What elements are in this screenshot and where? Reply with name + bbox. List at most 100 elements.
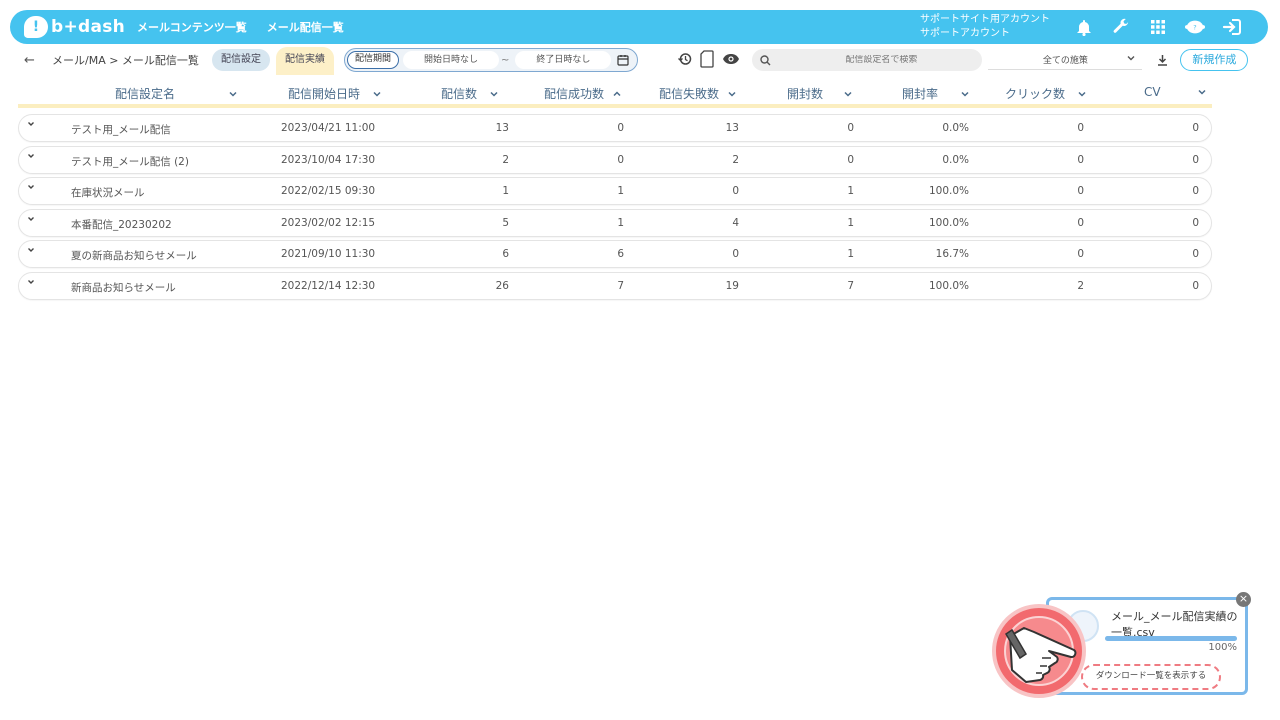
cell-start-date: 2022/12/14 12:30 bbox=[281, 279, 376, 292]
support-bot-icon[interactable]: ? bbox=[1185, 17, 1205, 37]
expand-chevron-icon[interactable] bbox=[27, 215, 35, 226]
cell-opened: 1 bbox=[847, 216, 854, 229]
table-row[interactable]: 新商品お知らせメール 2022/12/14 12:30 26 7 19 7 100.0% 2 0 bbox=[18, 271, 1212, 300]
tab-delivery-results[interactable]: 配信実績 bbox=[276, 47, 334, 75]
tab-delivery-settings[interactable]: 配信設定 bbox=[212, 49, 270, 71]
eye-icon[interactable] bbox=[722, 53, 740, 68]
cell-name[interactable]: 在庫状況メール bbox=[71, 185, 251, 200]
cell-failed: 4 bbox=[732, 216, 739, 229]
back-arrow-icon[interactable]: ← bbox=[24, 53, 42, 68]
cell-name[interactable]: テスト用_メール配信 bbox=[71, 122, 251, 137]
document-icon[interactable] bbox=[700, 49, 715, 71]
cell-sent: 1 bbox=[502, 185, 509, 197]
nav-mail-contents[interactable]: メールコンテンツ一覧 bbox=[137, 19, 247, 35]
cell-failed: 19 bbox=[725, 279, 739, 292]
col-sent-label: 配信数 bbox=[441, 87, 478, 101]
history-icon[interactable] bbox=[678, 52, 692, 69]
nav-mail-delivery[interactable]: メール配信一覧 bbox=[267, 19, 344, 35]
search-icon bbox=[760, 54, 771, 65]
cell-failed: 0 bbox=[732, 185, 739, 197]
cell-open-rate: 16.7% bbox=[935, 248, 969, 260]
chevron-down-icon bbox=[728, 91, 736, 97]
account-info[interactable]: サポートサイト用アカウント サポートアカウント bbox=[920, 13, 1050, 41]
download-progress-fill bbox=[1105, 636, 1237, 641]
apps-grid-icon[interactable] bbox=[1148, 17, 1168, 37]
col-open-rate[interactable]: 開封率 bbox=[902, 85, 970, 102]
policy-select[interactable]: 全ての施策 bbox=[988, 50, 1143, 70]
cell-name[interactable]: 本番配信_20230202 bbox=[71, 217, 251, 232]
chevron-down-icon bbox=[961, 91, 969, 97]
logout-icon[interactable] bbox=[1222, 17, 1242, 37]
cell-success: 0 bbox=[617, 153, 624, 166]
end-date-field[interactable]: 終了日時なし bbox=[515, 51, 612, 69]
account-name: サポートサイト用アカウント bbox=[920, 14, 1050, 25]
table-row[interactable]: 在庫状況メール 2022/02/15 09:30 1 1 0 1 100.0% 0 0 bbox=[18, 177, 1212, 205]
cell-open-rate: 100.0% bbox=[928, 216, 969, 229]
col-clicks-label: クリック数 bbox=[1005, 87, 1066, 101]
col-start-date-label: 配信開始日時 bbox=[288, 87, 361, 101]
bell-icon[interactable] bbox=[1074, 17, 1094, 37]
table-row[interactable]: 本番配信_20230202 2023/02/02 12:15 5 1 4 1 100.0% 0… bbox=[18, 208, 1212, 237]
period-type-select[interactable]: 配信期間 bbox=[347, 51, 400, 69]
col-success[interactable]: 配信成功数 bbox=[544, 85, 622, 102]
expand-chevron-icon[interactable] bbox=[27, 120, 35, 131]
cell-sent: 2 bbox=[502, 153, 509, 166]
close-icon[interactable]: × bbox=[1236, 592, 1251, 607]
pointing-hand-icon bbox=[1004, 627, 1077, 683]
create-new-button[interactable]: 新規作成 bbox=[1180, 49, 1249, 71]
show-download-list-button[interactable]: ダウンロード一覧を表示する bbox=[1081, 664, 1221, 690]
policy-select-value: 全ての施策 bbox=[1042, 56, 1088, 66]
bot-badge: ? bbox=[1193, 25, 1196, 32]
top-nav: メールコンテンツ一覧 メール配信一覧 bbox=[137, 19, 344, 35]
cell-start-date: 2023/04/21 11:00 bbox=[281, 122, 376, 134]
wrench-icon[interactable] bbox=[1111, 17, 1131, 37]
col-name[interactable]: 配信設定名 bbox=[115, 85, 238, 102]
cell-opened: 7 bbox=[847, 279, 854, 292]
cell-start-date: 2022/02/15 09:30 bbox=[281, 185, 376, 197]
cell-clicks: 0 bbox=[1077, 185, 1084, 197]
col-failed[interactable]: 配信失敗数 bbox=[659, 85, 737, 102]
cell-sent: 5 bbox=[502, 216, 509, 229]
col-success-label: 配信成功数 bbox=[544, 87, 605, 101]
header-icons: ? bbox=[1074, 17, 1242, 37]
search-input[interactable] bbox=[791, 55, 972, 65]
logo-text: b+dash bbox=[51, 17, 126, 37]
cell-opened: 0 bbox=[847, 122, 854, 134]
expand-chevron-icon[interactable] bbox=[27, 152, 35, 163]
table-row[interactable]: テスト用_メール配信 2023/04/21 11:00 13 0 13 0 0.0% 0 0 bbox=[18, 114, 1212, 142]
cell-clicks: 0 bbox=[1077, 248, 1084, 260]
expand-chevron-icon[interactable] bbox=[27, 183, 35, 194]
breadcrumb: メール/MA > メール配信一覧 bbox=[52, 54, 199, 67]
cell-open-rate: 100.0% bbox=[928, 185, 969, 197]
table-row[interactable]: テスト用_メール配信 (2) 2023/10/04 17:30 2 0 2 0 0.0% 0 0 bbox=[18, 145, 1212, 174]
cell-sent: 26 bbox=[495, 279, 509, 292]
cell-success: 6 bbox=[617, 248, 624, 260]
sub-header: ← メール/MA > メール配信一覧 配信設定 配信実績 配信期間 開始日時なし… bbox=[8, 46, 1272, 75]
chevron-down-icon bbox=[844, 91, 852, 97]
cell-cv: 0 bbox=[1192, 279, 1199, 292]
expand-chevron-icon[interactable] bbox=[27, 278, 35, 289]
cell-clicks: 0 bbox=[1077, 153, 1084, 166]
table-row[interactable]: 夏の新商品お知らせメール 2021/09/10 11:30 6 6 0 1 16.7% 0 0 bbox=[18, 240, 1212, 268]
cell-name[interactable]: 新商品お知らせメール bbox=[71, 280, 251, 295]
cell-open-rate: 0.0% bbox=[942, 153, 969, 166]
chevron-down-icon bbox=[1127, 56, 1135, 61]
start-date-field[interactable]: 開始日時なし bbox=[403, 51, 500, 69]
cell-failed: 2 bbox=[732, 153, 739, 166]
expand-chevron-icon[interactable] bbox=[27, 246, 35, 257]
logo[interactable]: ! b+dash bbox=[24, 16, 134, 38]
cell-opened: 1 bbox=[847, 185, 854, 197]
col-name-label: 配信設定名 bbox=[115, 87, 176, 101]
col-sent[interactable]: 配信数 bbox=[441, 85, 499, 102]
cell-open-rate: 0.0% bbox=[942, 122, 969, 134]
col-start-date[interactable]: 配信開始日時 bbox=[288, 85, 382, 102]
col-clicks[interactable]: クリック数 bbox=[1005, 85, 1087, 102]
calendar-icon[interactable] bbox=[613, 50, 633, 70]
col-opened[interactable]: 開封数 bbox=[787, 85, 853, 102]
download-icon[interactable] bbox=[1154, 54, 1170, 66]
col-cv[interactable]: CV bbox=[1144, 85, 1207, 99]
cell-success: 7 bbox=[617, 279, 624, 292]
cell-name[interactable]: テスト用_メール配信 (2) bbox=[71, 154, 251, 169]
cell-open-rate: 100.0% bbox=[928, 279, 969, 292]
cell-name[interactable]: 夏の新商品お知らせメール bbox=[71, 248, 251, 263]
